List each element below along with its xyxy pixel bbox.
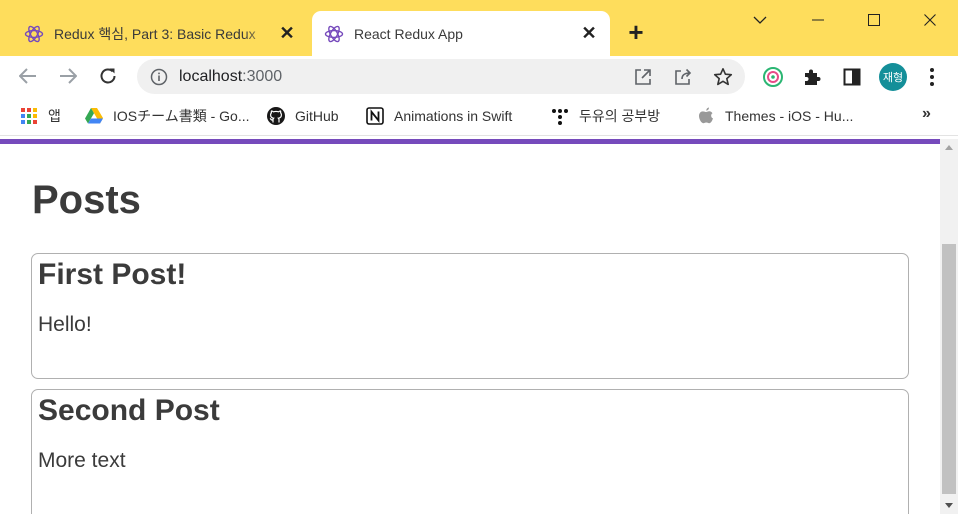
post-excerpt: Second Post More text — [31, 389, 909, 514]
bookmark-label: Animations in Swift — [394, 108, 513, 124]
post-content: More text — [38, 449, 126, 472]
post-title: Second Post — [38, 394, 220, 427]
extension-target-icon[interactable] — [758, 62, 788, 92]
extensions-puzzle-icon[interactable] — [797, 62, 827, 92]
post-excerpt: First Post! Hello! — [31, 253, 909, 379]
more-menu-icon[interactable] — [918, 62, 946, 92]
more-bookmarks-chevron[interactable]: » — [922, 105, 931, 123]
profile-avatar[interactable]: 재형 — [879, 63, 907, 91]
post-content: Hello! — [38, 313, 92, 336]
side-panel-icon[interactable] — [837, 62, 867, 92]
close-window-icon[interactable] — [902, 0, 958, 40]
tab-title: React Redux App — [354, 25, 463, 42]
bookmark-apps[interactable]: 앱 — [20, 105, 61, 127]
apple-icon — [697, 107, 715, 125]
bookmark-label: 앱 — [48, 108, 61, 124]
bookmark-star-icon[interactable] — [709, 63, 737, 91]
dots-icon — [551, 107, 569, 125]
url-host: localhost — [179, 67, 243, 85]
notion-icon — [366, 107, 384, 125]
tab-strip: Redux 핵심, Part 3: Basic Redux ✕ React Re… — [0, 0, 958, 56]
bookmark-duyu-study[interactable]: 두유의 공부방 — [551, 105, 660, 127]
address-url[interactable]: localhost:3000 — [179, 68, 617, 86]
back-arrow-icon[interactable] — [12, 60, 44, 92]
bookmark-label: GitHub — [295, 108, 339, 124]
minimize-icon[interactable] — [790, 0, 846, 40]
page-content: Posts First Post! Hello! Second Post Mor… — [0, 144, 940, 514]
bookmark-animations-in-swift[interactable]: Animations in Swift — [366, 105, 512, 127]
react-atom-icon — [324, 24, 344, 44]
github-icon — [267, 107, 285, 125]
tab-react-redux-app[interactable]: React Redux App ✕ — [312, 11, 610, 56]
bookmarks-bar: 앱 IOSチーム書類 - Go... GitHub Animations in … — [0, 98, 958, 136]
bookmark-label: Themes - iOS - Hu... — [725, 108, 854, 124]
react-atom-icon — [24, 24, 44, 44]
page-title: Posts — [32, 178, 141, 222]
open-in-app-icon[interactable] — [629, 63, 657, 91]
bookmark-ios-team-docs[interactable]: IOSチーム書類 - Go... — [85, 105, 249, 127]
maximize-icon[interactable] — [846, 0, 902, 40]
scrollbar-thumb[interactable] — [942, 244, 956, 494]
bookmark-themes-ios[interactable]: Themes - iOS - Hu... — [697, 105, 853, 127]
bookmark-github[interactable]: GitHub — [267, 105, 339, 127]
post-title: First Post! — [38, 258, 187, 291]
tab-redux-part3[interactable]: Redux 핵심, Part 3: Basic Redux ✕ — [12, 11, 308, 56]
scroll-down-arrow-icon[interactable] — [940, 497, 958, 514]
url-port: :3000 — [242, 67, 283, 85]
apps-grid-icon — [20, 107, 38, 125]
browser-toolbar: localhost:3000 재형 — [0, 56, 958, 98]
close-tab-icon[interactable]: ✕ — [276, 23, 298, 45]
page-viewport: Posts First Post! Hello! Second Post Mor… — [0, 139, 958, 514]
new-tab-button[interactable]: + — [622, 17, 650, 47]
bookmark-label: 두유의 공부방 — [579, 108, 661, 124]
scroll-up-arrow-icon[interactable] — [940, 139, 958, 156]
close-tab-icon[interactable]: ✕ — [578, 23, 600, 45]
bookmark-label: IOSチーム書類 - Go... — [113, 108, 250, 124]
google-drive-icon — [85, 107, 103, 125]
vertical-scrollbar[interactable] — [940, 139, 958, 514]
reload-icon[interactable] — [92, 60, 124, 92]
address-bar[interactable]: localhost:3000 — [137, 59, 745, 94]
share-icon[interactable] — [669, 63, 697, 91]
site-info-icon[interactable] — [149, 67, 169, 87]
browser-window: Redux 핵심, Part 3: Basic Redux ✕ React Re… — [0, 0, 958, 514]
tab-title: Redux 핵심, Part 3: Basic Redux — [54, 25, 256, 42]
forward-arrow-icon[interactable] — [52, 60, 84, 92]
tab-search-chevron-icon[interactable] — [732, 0, 788, 40]
